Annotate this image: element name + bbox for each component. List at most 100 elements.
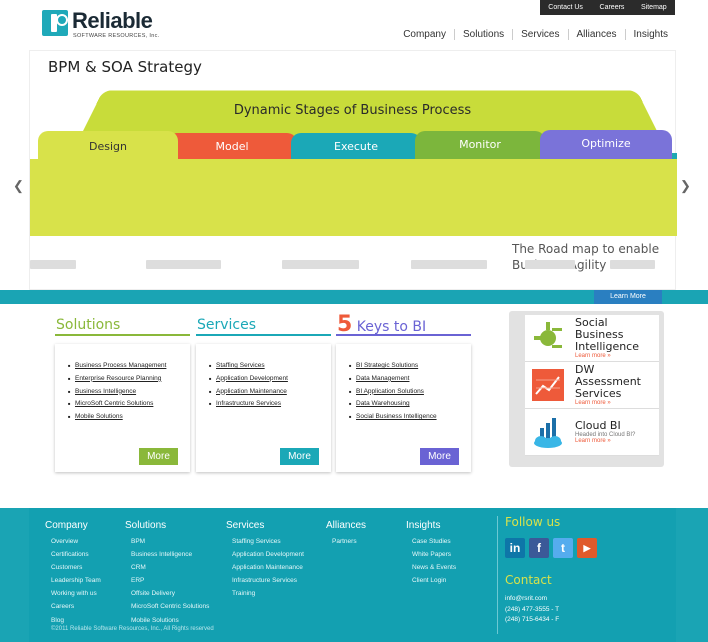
footer-link[interactable]: Offsite Delivery bbox=[125, 587, 209, 600]
keys-number: 5 bbox=[337, 312, 353, 337]
list-item[interactable]: Business Process Management bbox=[68, 360, 190, 373]
logo-icon bbox=[42, 10, 68, 36]
footer-heading: Alliances bbox=[326, 520, 367, 531]
footer-link[interactable]: Leadership Team bbox=[45, 574, 101, 587]
footer-link[interactable]: Business Intelligence bbox=[125, 548, 209, 561]
contact-email[interactable]: info@rsrit.com bbox=[505, 594, 559, 605]
keys-title: 5 Keys to BI bbox=[336, 314, 471, 336]
footer-services: Services Staffing Services Application D… bbox=[226, 520, 304, 600]
follow-us-heading: Follow us bbox=[505, 515, 561, 529]
list-item[interactable]: Business Intelligence bbox=[68, 386, 190, 399]
slider-prev-icon[interactable]: ❮ bbox=[13, 178, 24, 194]
list-item[interactable]: Data Management bbox=[349, 373, 471, 386]
promo-title: DW Assessment bbox=[575, 363, 641, 388]
hero-slider: BPM & SOA Strategy Dynamic Stages of Bus… bbox=[29, 50, 677, 290]
footer-link[interactable]: Infrastructure Services bbox=[226, 574, 304, 587]
keys-title-text: Keys to BI bbox=[356, 319, 427, 335]
footer-link[interactable]: News & Events bbox=[406, 561, 456, 574]
promo-link[interactable]: Learn more » bbox=[575, 438, 635, 444]
list-item[interactable]: BI Application Solutions bbox=[349, 386, 471, 399]
footer-link[interactable]: Training bbox=[226, 587, 304, 600]
nav-company[interactable]: Company bbox=[395, 29, 454, 40]
road-dash bbox=[282, 260, 359, 269]
cloud-bi-icon bbox=[529, 413, 567, 451]
keys-more-button[interactable]: More bbox=[420, 448, 459, 465]
facebook-icon[interactable]: f bbox=[529, 538, 549, 558]
footer-heading: Services bbox=[226, 520, 265, 531]
footer-link[interactable]: ERP bbox=[125, 574, 209, 587]
footer-link[interactable]: Overview bbox=[45, 535, 101, 548]
footer-link[interactable]: Application Maintenance bbox=[226, 561, 304, 574]
sitemap-link[interactable]: Sitemap bbox=[641, 4, 667, 11]
footer-link[interactable]: Customers bbox=[45, 561, 101, 574]
contact-us-link[interactable]: Contact Us bbox=[548, 4, 583, 11]
footer-link[interactable]: Blog bbox=[45, 614, 101, 627]
services-more-button[interactable]: More bbox=[280, 448, 319, 465]
roadmap-line-1: The Road map to enable bbox=[512, 242, 660, 256]
promo-social-bi[interactable]: Social Business Intelligence Learn more … bbox=[525, 315, 659, 362]
copyright: ©2011 Reliable Software Resources, Inc.,… bbox=[51, 626, 214, 632]
footer-link[interactable]: Careers bbox=[45, 600, 101, 613]
utility-bar: Contact Us Careers Sitemap bbox=[540, 0, 675, 15]
footer-link[interactable]: Certifications bbox=[45, 548, 101, 561]
nav-insights[interactable]: Insights bbox=[624, 29, 676, 40]
list-item[interactable]: BI Strategic Solutions bbox=[349, 360, 471, 373]
nav-alliances[interactable]: Alliances bbox=[567, 29, 625, 40]
footer-heading: Company bbox=[45, 520, 88, 531]
list-item[interactable]: Data Warehousing bbox=[349, 398, 471, 411]
list-item[interactable]: Staffing Services bbox=[209, 360, 331, 373]
contact-info: info@rsrit.com (248) 477-3555 - T (248) … bbox=[505, 594, 559, 626]
footer-link[interactable]: Working with us bbox=[45, 587, 101, 600]
stage-body bbox=[30, 159, 677, 236]
nav-services[interactable]: Services bbox=[512, 29, 567, 40]
promo-link[interactable]: Learn more » bbox=[575, 353, 659, 359]
footer-divider bbox=[497, 516, 498, 634]
footer-link[interactable]: MicroSoft Centric Solutions bbox=[125, 600, 209, 613]
tab-monitor[interactable]: Monitor bbox=[415, 131, 545, 161]
linkedin-icon[interactable]: in bbox=[505, 538, 525, 558]
stages-title: Dynamic Stages of Business Process bbox=[233, 103, 472, 118]
services-column: Services Staffing Services Application D… bbox=[196, 314, 331, 472]
list-item[interactable]: Mobile Solutions bbox=[68, 411, 190, 424]
promo-cloud-bi[interactable]: Cloud BI Headed into Cloud BI? Learn mor… bbox=[525, 409, 659, 456]
list-item[interactable]: Application Maintenance bbox=[209, 386, 331, 399]
solutions-more-button[interactable]: More bbox=[139, 448, 178, 465]
learn-more-button[interactable]: Learn More bbox=[594, 290, 662, 304]
footer-alliances: Alliances Partners bbox=[326, 520, 366, 548]
footer-link[interactable]: White Papers bbox=[406, 548, 456, 561]
footer-link[interactable]: Client Login bbox=[406, 574, 456, 587]
promo-link[interactable]: Learn more » bbox=[575, 400, 659, 406]
footer-link[interactable]: Staffing Services bbox=[226, 535, 304, 548]
footer-link[interactable]: Case Studies bbox=[406, 535, 456, 548]
list-item[interactable]: Infrastructure Services bbox=[209, 398, 331, 411]
blogger-icon[interactable]: ▶ bbox=[577, 538, 597, 558]
list-item[interactable]: Enterprise Resource Planning bbox=[68, 373, 190, 386]
footer: Company Overview Certifications Customer… bbox=[29, 508, 676, 642]
list-item[interactable]: MicroSoft Centric Solutions bbox=[68, 398, 190, 411]
footer-link[interactable]: Application Development bbox=[226, 548, 304, 561]
services-title: Services bbox=[196, 314, 331, 336]
list-item[interactable]: Social Business Intelligence bbox=[349, 411, 471, 424]
keys-list: BI Strategic Solutions Data Management B… bbox=[349, 360, 471, 424]
tab-design[interactable]: Design bbox=[38, 131, 178, 169]
road-dash bbox=[146, 260, 221, 269]
list-item[interactable]: Application Development bbox=[209, 373, 331, 386]
nav-solutions[interactable]: Solutions bbox=[454, 29, 512, 40]
careers-link[interactable]: Careers bbox=[600, 4, 625, 11]
promo-title: Services bbox=[575, 387, 622, 400]
footer-link[interactable]: BPM bbox=[125, 535, 209, 548]
slider-next-icon[interactable]: ❯ bbox=[680, 178, 691, 194]
promo-dw-assessment[interactable]: DW Assessment Services Learn more » bbox=[525, 362, 659, 409]
logo[interactable]: Reliable SOFTWARE RESOURCES, Inc. bbox=[42, 8, 172, 44]
contact-heading: Contact bbox=[505, 573, 552, 587]
footer-link[interactable]: Partners bbox=[326, 535, 366, 548]
road-dash bbox=[411, 260, 487, 269]
road-dash bbox=[30, 260, 76, 269]
solutions-title: Solutions bbox=[55, 314, 190, 336]
footer-link[interactable]: CRM bbox=[125, 561, 209, 574]
footer-solutions: Solutions BPM Business Intelligence CRM … bbox=[125, 520, 209, 627]
solutions-column: Solutions Business Process Management En… bbox=[55, 314, 190, 472]
tab-optimize[interactable]: Optimize bbox=[540, 130, 672, 160]
twitter-icon[interactable]: t bbox=[553, 538, 573, 558]
footer-link[interactable]: Mobile Solutions bbox=[125, 614, 209, 627]
